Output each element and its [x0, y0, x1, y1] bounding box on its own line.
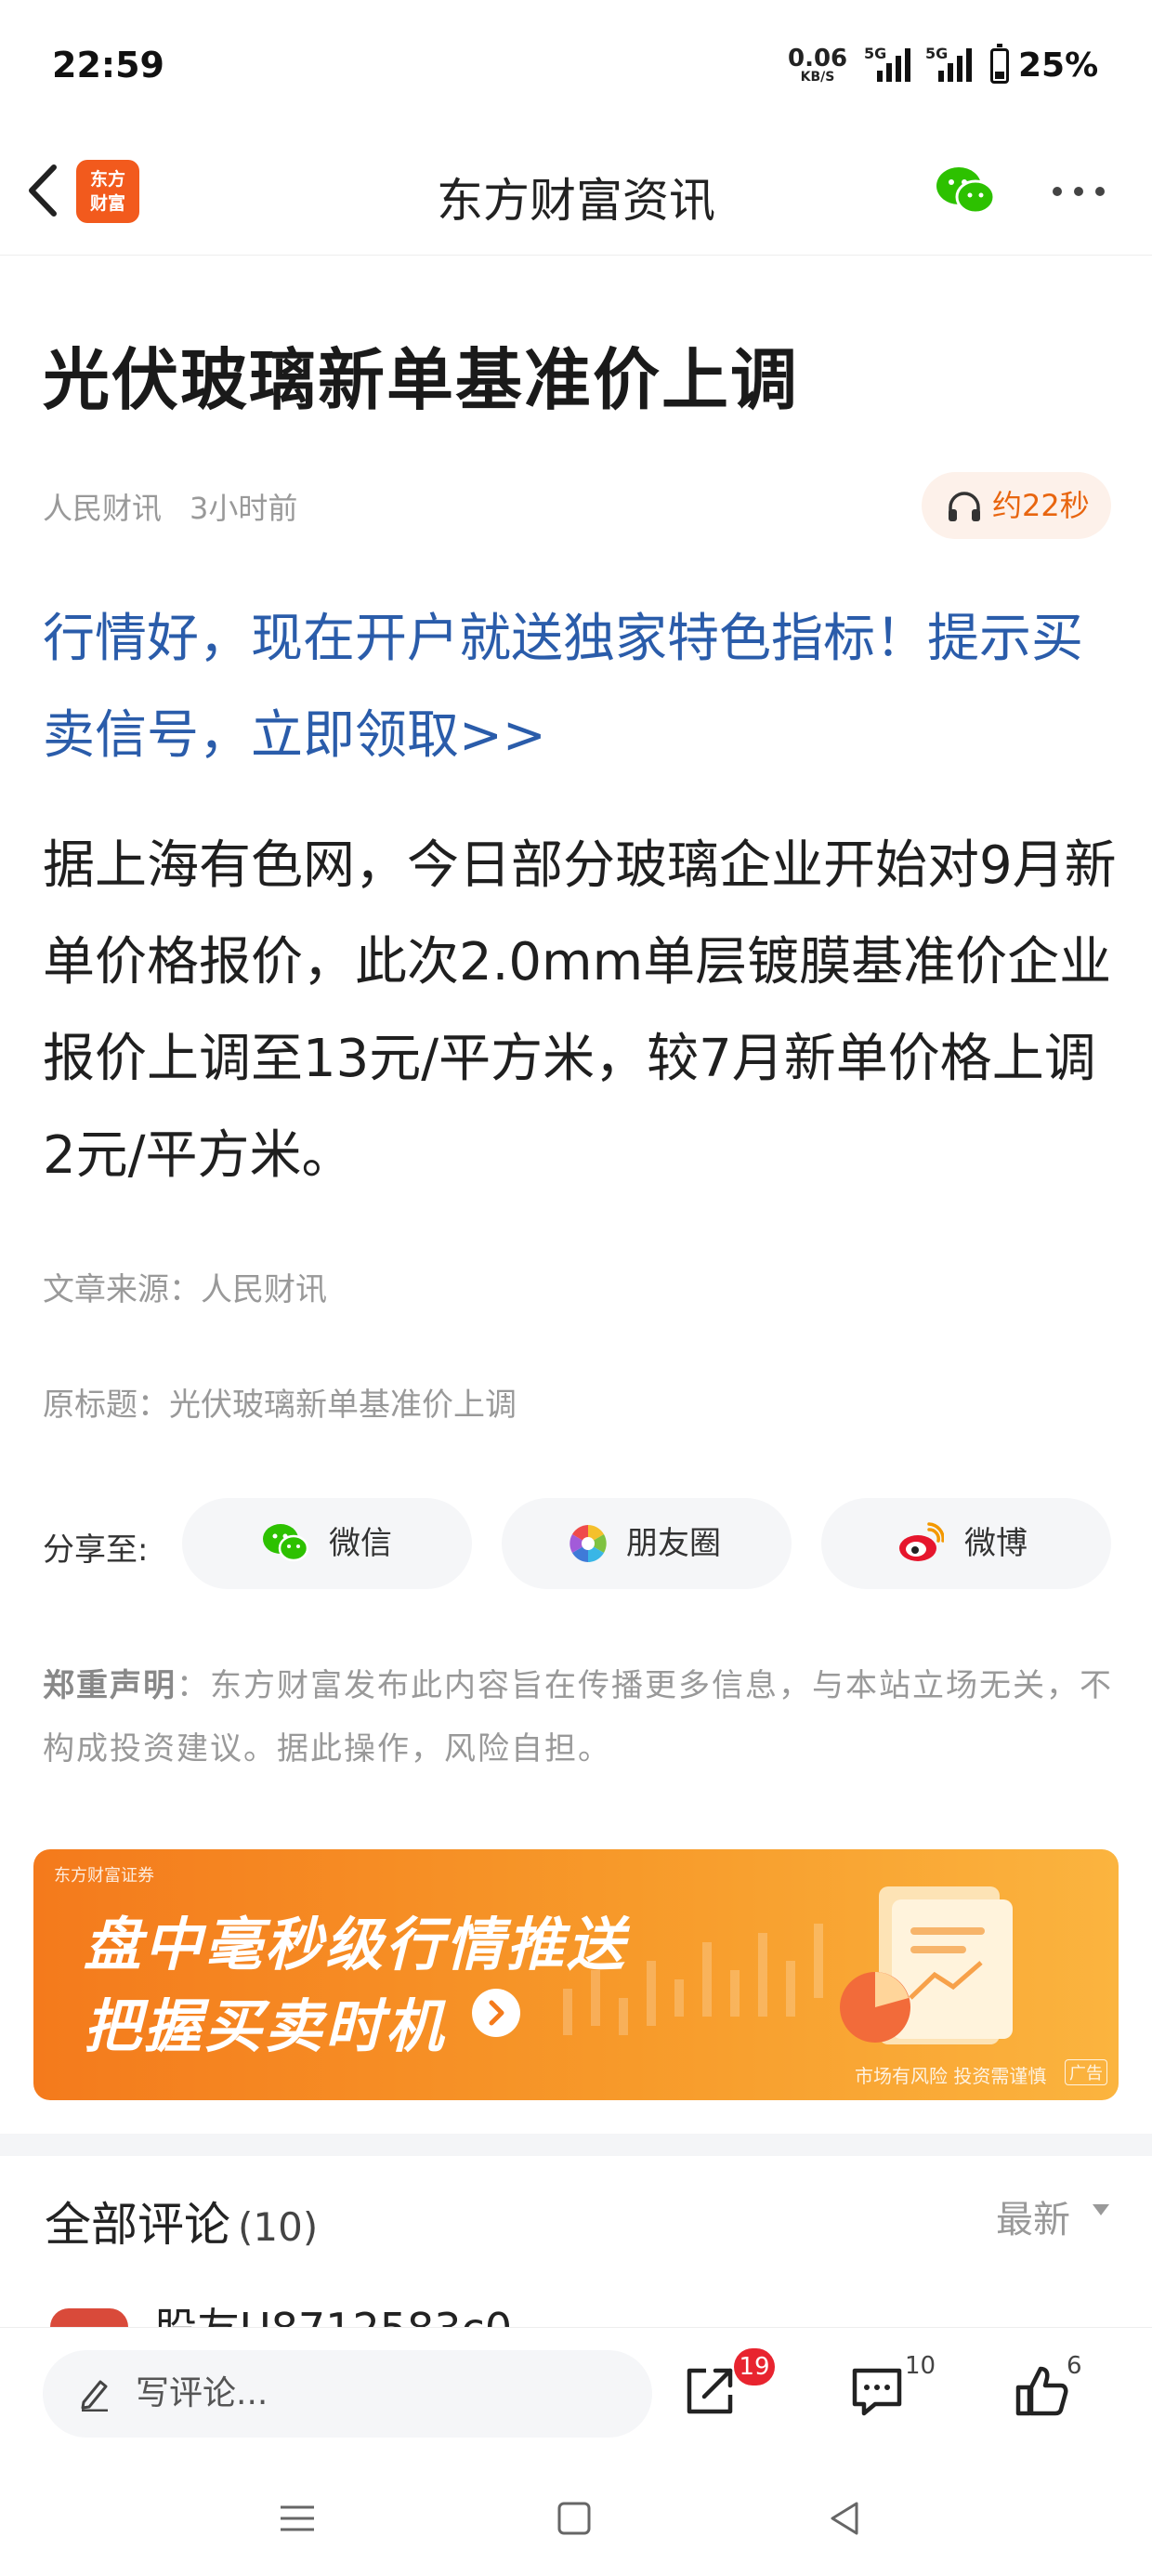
share-weibo-button[interactable]: 微博 — [821, 1498, 1111, 1589]
article-source[interactable]: 人民财讯 — [43, 491, 162, 526]
disclaimer-heading: 郑重声明 — [43, 1667, 177, 1704]
section-divider — [0, 2134, 1152, 2156]
logo-text-line2: 财富 — [89, 193, 125, 214]
comment-input[interactable]: 写评论... — [43, 2350, 652, 2438]
article-body: 据上海有色网，今日部分玻璃企业开始对9月新单价格报价，此次2.0mm单层镀膜基准… — [43, 835, 1117, 1186]
comment-count: 10 — [905, 2352, 936, 2380]
system-nav-bar — [0, 2457, 1152, 2576]
share-count-badge: 19 — [734, 2348, 775, 2385]
network-speed-value: 0.06 — [788, 45, 848, 72]
share-label: 分享至: — [43, 1531, 149, 1569]
ad-headline-1: 盘中毫秒级行情推送 — [84, 1911, 628, 1978]
listen-duration: 约22秒 — [992, 488, 1090, 523]
disclaimer-text: ：东方财富发布此内容旨在传播更多信息，与本站立场无关，不构成投资建议。据此操作，… — [43, 1667, 1113, 1768]
ad-arrow-icon — [472, 1989, 520, 2037]
wechat-icon — [263, 1524, 308, 1562]
battery-icon — [990, 44, 1009, 84]
avatar[interactable] — [50, 2308, 128, 2327]
ad-brand: 东方财富证券 — [54, 1866, 154, 1886]
share-icon[interactable] — [680, 2361, 740, 2421]
article-meta: 人民财讯 3小时前 — [43, 485, 297, 528]
signal-1-label: 5G — [864, 45, 887, 62]
article-time: 3小时前 — [190, 491, 298, 526]
comments-count: (10) — [238, 2204, 319, 2250]
comments-title-text: 全部评论 — [45, 2198, 230, 2252]
disclaimer: 郑重声明：东方财富发布此内容旨在传播更多信息，与本站立场无关，不构成投资建议。据… — [43, 1654, 1120, 1781]
battery-percent: 25% — [1018, 46, 1099, 85]
share-wechat-button[interactable]: 微信 — [182, 1498, 472, 1589]
network-speed-unit: KB/S — [800, 70, 835, 85]
wechat-share-icon[interactable] — [935, 165, 996, 217]
app-logo: 东方 财富 — [76, 160, 139, 223]
home-icon[interactable] — [554, 2498, 595, 2539]
menu-icon[interactable] — [277, 2498, 318, 2539]
back-nav-icon[interactable] — [825, 2498, 866, 2539]
comments-title: 全部评论 (10) — [45, 2188, 318, 2254]
ad-risk-note: 市场有风险 投资需谨慎 — [855, 2065, 1047, 2087]
original-title-line: 原标题：光伏玻璃新单基准价上调 — [43, 1387, 517, 1424]
like-count: 6 — [1067, 2352, 1082, 2380]
headphones-icon — [949, 492, 980, 521]
ad-banner[interactable]: 东方财富证券 盘中毫秒级行情推送 把握买卖时机 市场有风险 投资需谨慎 广告 — [33, 1849, 1119, 2100]
report-illustration — [840, 1886, 1013, 2044]
comment-icon[interactable] — [847, 2361, 907, 2421]
comment-username[interactable]: 股友U8712583c0 — [154, 2301, 512, 2329]
article-title: 光伏玻璃新单基准价上调 — [43, 341, 800, 419]
more-options-icon[interactable] — [1050, 184, 1107, 199]
comment-input-placeholder: 写评论... — [136, 2374, 268, 2412]
comments-sort-dropdown[interactable]: 最新 — [996, 2189, 1070, 2243]
like-icon[interactable] — [1013, 2361, 1072, 2421]
caret-down-icon[interactable] — [1093, 2204, 1109, 2215]
ad-tag: 广告 — [1065, 2059, 1107, 2085]
back-icon[interactable] — [20, 158, 67, 223]
ad-headline-2: 把握买卖时机 — [84, 1992, 447, 2060]
status-time: 22:59 — [52, 45, 164, 85]
weibo-icon — [899, 1522, 944, 1561]
network-speed: 0.06 KB/S — [788, 46, 847, 84]
share-wechat-label: 微信 — [329, 1525, 392, 1562]
top-nav-bar: 东方财富资讯 东方 财富 — [0, 130, 1152, 256]
share-moments-label: 朋友圈 — [626, 1525, 721, 1562]
signal-icon: 5G — [925, 45, 981, 85]
moments-icon — [569, 1525, 607, 1562]
account-promo-link[interactable]: 行情好，现在开户就送独家特色指标！提示买卖信号，立即领取>> — [43, 591, 1120, 784]
status-bar: 22:59 0.06 KB/S 5G 5G 25% — [0, 0, 1152, 130]
share-weibo-label: 微博 — [964, 1525, 1028, 1562]
pencil-icon — [81, 2380, 108, 2412]
article-source-line: 文章来源：人民财讯 — [43, 1271, 327, 1308]
signal-2-label: 5G — [925, 45, 949, 62]
share-moments-button[interactable]: 朋友圈 — [502, 1498, 792, 1589]
listen-button[interactable]: 约22秒 — [922, 472, 1111, 539]
signal-icon: 5G — [864, 45, 920, 85]
bottom-action-bar: 写评论... 19 10 6 — [0, 2327, 1152, 2458]
logo-text-line1: 东方 — [89, 169, 125, 190]
